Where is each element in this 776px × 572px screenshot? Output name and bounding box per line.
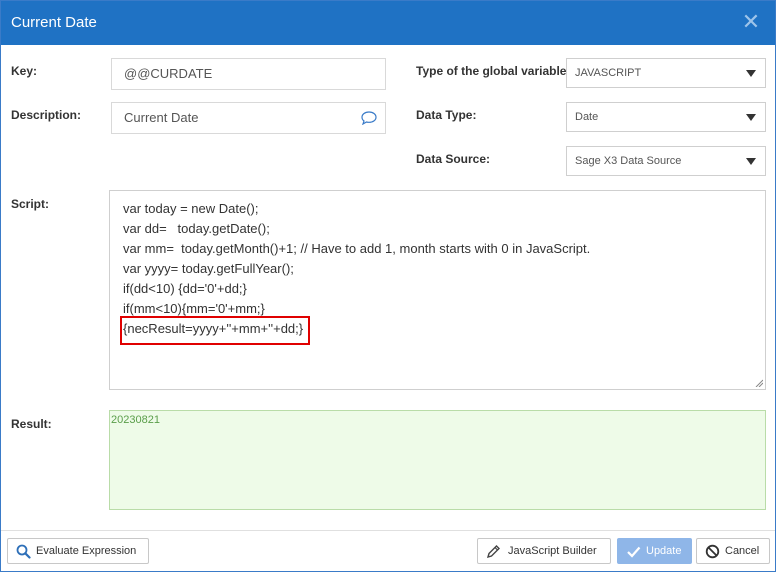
cancel-icon [705, 544, 720, 559]
data-type-label: Data Type: [416, 108, 477, 122]
chevron-down-icon [746, 114, 756, 121]
description-value: Current Date [124, 110, 199, 125]
pencil-icon [486, 545, 500, 559]
script-line: if(mm<10){mm='0'+mm;} [123, 301, 265, 316]
search-icon [16, 544, 31, 559]
script-line: var today = new Date(); [123, 201, 259, 216]
dialog-footer: Evaluate Expression JavaScript Builder U… [1, 530, 775, 571]
script-editor[interactable]: var today = new Date(); var dd= today.ge… [109, 190, 766, 390]
current-date-dialog: Current Date ✕ Key: @@CURDATE Descriptio… [0, 0, 776, 572]
script-line: var yyyy= today.getFullYear(); [123, 261, 294, 276]
highlight-box [120, 316, 310, 345]
cancel-button[interactable]: Cancel [696, 538, 770, 564]
data-type-select[interactable]: Date [566, 102, 766, 132]
result-label: Result: [11, 417, 52, 431]
data-type-value: Date [575, 111, 599, 123]
global-variable-type-value: JAVASCRIPT [575, 67, 642, 79]
close-icon[interactable]: ✕ [740, 12, 762, 34]
update-label: Update [646, 545, 682, 557]
script-line: if(dd<10) {dd='0'+dd;} [123, 281, 247, 296]
description-label: Description: [11, 108, 82, 122]
data-source-label: Data Source: [416, 152, 491, 166]
key-label: Key: [11, 64, 38, 78]
description-input[interactable]: Current Date [111, 102, 386, 134]
data-source-value: Sage X3 Data Source [575, 155, 682, 167]
update-button[interactable]: Update [617, 538, 692, 564]
data-source-select[interactable]: Sage X3 Data Source [566, 146, 766, 176]
global-variable-type-label: Type of the global variable: [416, 64, 571, 78]
script-line: var dd= today.getDate(); [123, 221, 270, 236]
evaluate-expression-label: Evaluate Expression [36, 545, 137, 557]
comment-icon[interactable] [361, 111, 377, 125]
resize-grip-icon[interactable] [755, 379, 763, 387]
check-icon [627, 546, 641, 558]
dialog-title: Current Date [11, 14, 97, 31]
cancel-label: Cancel [725, 545, 760, 557]
dialog-titlebar: Current Date ✕ [1, 1, 775, 45]
result-value: 20230821 [111, 414, 160, 426]
chevron-down-icon [746, 70, 756, 77]
chevron-down-icon [746, 158, 756, 165]
script-label: Script: [11, 197, 50, 211]
javascript-builder-button[interactable]: JavaScript Builder [477, 538, 611, 564]
javascript-builder-label: JavaScript Builder [508, 545, 597, 557]
key-input[interactable]: @@CURDATE [111, 58, 386, 90]
result-output: 20230821 [109, 410, 766, 510]
global-variable-type-select[interactable]: JAVASCRIPT [566, 58, 766, 88]
script-line: var mm= today.getMonth()+1; // Have to a… [123, 241, 591, 256]
evaluate-expression-button[interactable]: Evaluate Expression [7, 538, 149, 564]
